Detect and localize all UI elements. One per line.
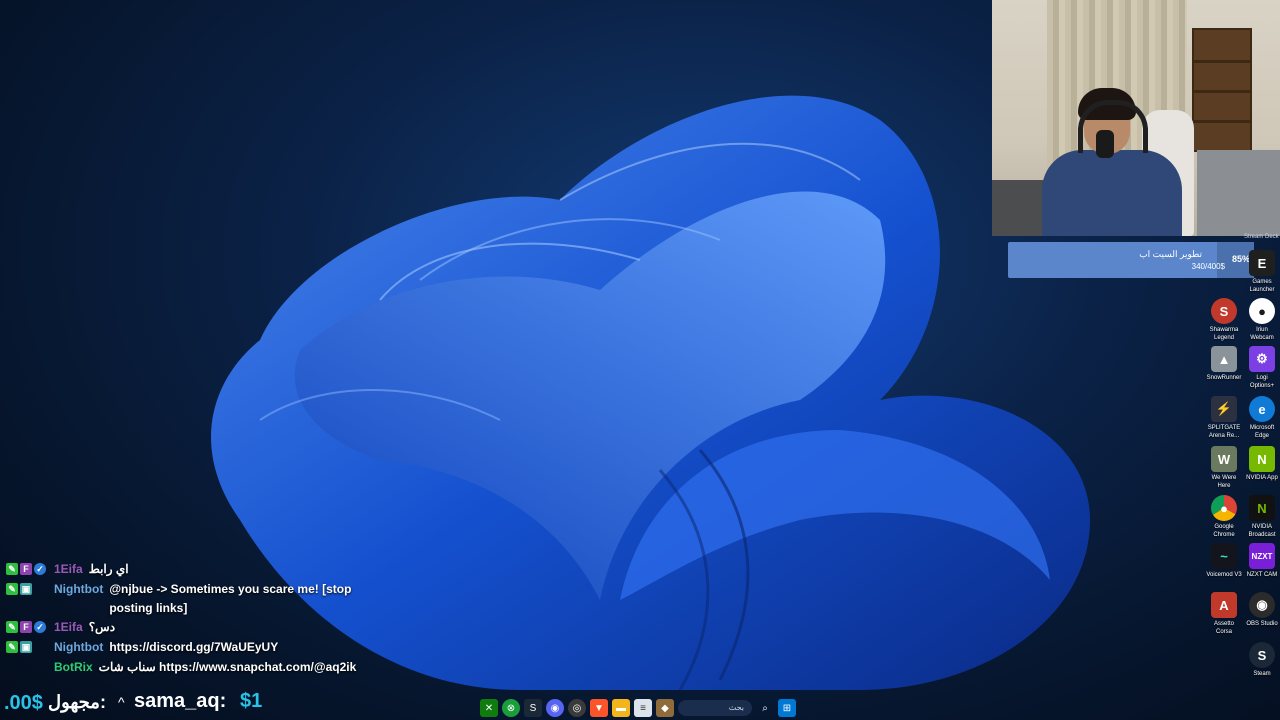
nzxt-icon: NZXT: [1249, 543, 1275, 569]
desktop-icon-label: NVIDIA App: [1246, 475, 1278, 481]
chat-message: ✎ F ✓ 1Eifa دس؟: [6, 618, 386, 638]
desktop-icon-microsoft-edge[interactable]: e Microsoft Edge: [1240, 396, 1280, 440]
desktop-icon-nvidia-broadcast[interactable]: N NVIDIA Broadcast: [1240, 495, 1280, 539]
chat-badges: [6, 658, 54, 661]
logi-icon: ⚙: [1249, 346, 1275, 372]
chat-username: Nightbot: [54, 640, 104, 654]
search-label: بحث: [728, 703, 744, 712]
chat-message: ✎ ▣ Nightbot https://discord.gg/7WaUEyUY: [6, 638, 386, 658]
obs-icon: ◉: [1249, 592, 1275, 618]
donation-goal-bar: تطوير السيت اب 340/400$ 85%: [1008, 242, 1254, 278]
desktop-icon-label: NZXT CAM: [1246, 572, 1278, 578]
chat-badges: ✎ F ✓: [6, 560, 54, 575]
ticker-donor: sama_aq:: [134, 690, 227, 712]
epic-games-icon: E: [1249, 250, 1275, 276]
search-icon[interactable]: ⌕: [756, 699, 774, 717]
pencil-icon: ✎: [6, 583, 18, 595]
goal-progress-fill: [1008, 242, 1217, 278]
webcam-shelf: [1192, 28, 1252, 152]
pencil-icon: ✎: [6, 621, 18, 633]
ticker-donor: مجهول:: [48, 692, 106, 712]
verified-icon: ✓: [34, 621, 46, 633]
desktop-icon-label: Microsoft Edge: [1249, 425, 1275, 439]
chat-username: BotRix: [54, 660, 93, 674]
desktop-icon-nzxt-cam[interactable]: NZXT NZXT CAM: [1240, 543, 1280, 579]
steam-icon[interactable]: S: [524, 699, 542, 717]
edge-icon: e: [1249, 396, 1275, 422]
chat-message: ✎ F ✓ 1Eifa اي رابط: [6, 560, 386, 580]
chat-username: 1Eifa: [54, 620, 83, 634]
desktop-icon-steam[interactable]: S Steam: [1240, 642, 1280, 678]
obs-icon[interactable]: ◎: [568, 699, 586, 717]
chat-text: اي رابط: [88, 562, 129, 576]
xbox-app-icon[interactable]: ⊗: [502, 699, 520, 717]
chat-text: https://discord.gg/7WaUEyUY: [109, 640, 279, 654]
desktop-icon-label: OBS Studio: [1246, 621, 1278, 627]
sub-badge-icon: F: [20, 621, 32, 633]
folder-icon[interactable]: ▬: [612, 699, 630, 717]
verified-icon: ✓: [34, 563, 46, 575]
webcam-person-body: [1042, 150, 1182, 236]
search-box[interactable]: بحث: [678, 700, 752, 716]
chat-badges: ✎ F ✓: [6, 618, 54, 633]
bot-icon: ▣: [20, 583, 32, 595]
cup-icon: [1096, 130, 1114, 158]
chat-badges: ✎ ▣: [6, 638, 54, 653]
assetto-icon: A: [1211, 592, 1237, 618]
chat-username: Nightbot: [54, 582, 104, 596]
sub-badge-icon: F: [20, 563, 32, 575]
notepad-icon[interactable]: ≡: [634, 699, 652, 717]
nvidia-broadcast-icon: N: [1249, 495, 1275, 521]
snowrunner-icon: ▲: [1211, 346, 1237, 372]
desktop-icon-logi-options[interactable]: ⚙ Logi Options+: [1240, 346, 1280, 390]
desktop-icon-label: NVIDIA Broadcast: [1248, 524, 1276, 538]
chat-text: سناب شات https://www.snapchat.com/@aq2ik: [98, 660, 357, 674]
webcam-bed: [1197, 150, 1280, 236]
desktop-icon-label: Iriun Webcam: [1250, 327, 1274, 341]
goal-amount: 340/400$: [1191, 262, 1225, 271]
brave-icon[interactable]: ▼: [590, 699, 608, 717]
splitgate-icon: ⚡: [1211, 396, 1237, 422]
webcam-overlay: [992, 0, 1280, 236]
donation-ticker: .00$ مجهول: ^ sama_aq: $1: [0, 690, 480, 718]
desktop-icon-label: Steam: [1253, 671, 1271, 677]
webcam-tag: Stream Deck: [1244, 234, 1279, 240]
discord-icon[interactable]: ◉: [546, 699, 564, 717]
taskbar: ✕ ⊗ S ◉ ◎ ▼ ▬ ≡ ◆ بحث ⌕ ⊞: [480, 697, 800, 719]
chat-message: ✎ ▣ Nightbot @njbue -> Sometimes you sca…: [6, 580, 386, 618]
desktop-icon-games-launcher[interactable]: E Games Launcher: [1240, 250, 1280, 294]
chat-badges: ✎ ▣: [6, 580, 54, 595]
xbox-icon[interactable]: ✕: [480, 699, 498, 717]
chat-message: BotRix سناب شات https://www.snapchat.com…: [6, 658, 386, 678]
ticker-amount: .00$: [4, 692, 43, 714]
game-icon[interactable]: ◆: [656, 699, 674, 717]
voicemod-icon: ~: [1211, 543, 1237, 569]
webcam-icon: ●: [1249, 298, 1275, 324]
nvidia-icon: N: [1249, 446, 1275, 472]
goal-title: تطوير السيت اب: [1139, 249, 1202, 259]
windows-start-icon[interactable]: ⊞: [778, 699, 796, 717]
stream-chat: ✎ F ✓ 1Eifa اي رابط ✎ ▣ Nightbot @njbue …: [6, 560, 386, 678]
desktop-icon-nvidia-app[interactable]: N NVIDIA App: [1240, 446, 1280, 482]
chat-text: @njbue -> Sometimes you scare me! [stop …: [109, 582, 352, 615]
desktop-icon-iriun-webcam[interactable]: ● Iriun Webcam: [1240, 298, 1280, 342]
steam-icon: S: [1249, 642, 1275, 668]
bot-icon: ▣: [20, 641, 32, 653]
chrome-icon: ●: [1211, 495, 1237, 521]
pencil-icon: ✎: [6, 563, 18, 575]
pencil-icon: ✎: [6, 641, 18, 653]
desktop-icon-label: Games Launcher: [1249, 279, 1275, 293]
desktop-icon-obs-studio[interactable]: ◉ OBS Studio: [1240, 592, 1280, 628]
desktop-icon-label: Logi Options+: [1249, 375, 1275, 389]
we-were-here-icon: W: [1211, 446, 1237, 472]
shawarma-icon: S: [1211, 298, 1237, 324]
chevron-up-icon: ^: [118, 694, 125, 710]
chat-username: 1Eifa: [54, 562, 83, 576]
ticker-amount: $1: [240, 690, 263, 712]
chat-text: دس؟: [88, 620, 116, 634]
